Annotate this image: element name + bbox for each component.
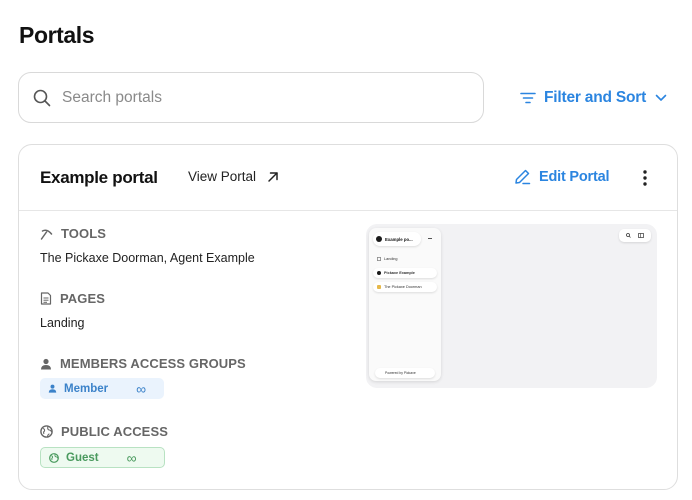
- chevron-down-icon: [655, 94, 667, 101]
- portal-card-header: Example portal View Portal Edit Portal: [19, 145, 677, 211]
- document-icon: [377, 257, 381, 261]
- panel-icon: [637, 233, 644, 238]
- search-icon: [626, 233, 632, 238]
- filter-and-sort-label: Filter and Sort: [544, 89, 647, 106]
- pages-heading: PAGES: [40, 291, 105, 306]
- member-access-badge[interactable]: Member ∞: [40, 378, 164, 399]
- person-icon: [48, 384, 57, 393]
- tools-value: The Pickaxe Doorman, Agent Example: [40, 251, 255, 265]
- globe-icon: [40, 425, 53, 438]
- avatar-icon: [377, 271, 381, 275]
- filter-and-sort-button[interactable]: Filter and Sort: [520, 85, 667, 111]
- search-input[interactable]: [62, 88, 442, 107]
- search-box[interactable]: [18, 72, 484, 123]
- document-icon: [40, 292, 52, 305]
- pencil-icon: [515, 169, 531, 185]
- portal-card: Example portal View Portal Edit Portal T…: [18, 144, 678, 490]
- members-access-groups-heading: MEMBERS ACCESS GROUPS: [40, 356, 246, 371]
- edit-portal-button[interactable]: Edit Portal: [514, 168, 610, 185]
- preview-sidebar: Example po... Landing Pickaxe Example Th…: [369, 228, 441, 381]
- pages-value: Landing: [40, 316, 85, 330]
- pickaxe-icon: [40, 229, 53, 240]
- preview-item-pickaxe-doorman: The Pickaxe Doorman: [373, 282, 437, 292]
- view-portal-link[interactable]: View Portal: [188, 169, 279, 184]
- preview-item-pickaxe-example: Pickaxe Example: [373, 268, 437, 278]
- pickaxe-icon: [377, 285, 381, 289]
- edit-portal-label: Edit Portal: [539, 168, 610, 185]
- page-title: Portals: [19, 22, 95, 48]
- preview-footer: Powered by Pickaxe: [375, 368, 435, 378]
- preview-logo-icon: [376, 236, 382, 242]
- member-badge-label: Member: [64, 382, 109, 395]
- person-icon: [41, 358, 51, 369]
- infinity-icon: ∞: [136, 380, 147, 397]
- preview-menu-icon: [428, 238, 432, 239]
- preview-toolbar: [619, 229, 651, 242]
- guest-badge-label: Guest: [66, 451, 99, 464]
- public-access-heading: PUBLIC ACCESS: [40, 424, 168, 439]
- portal-preview[interactable]: Example po... Landing Pickaxe Example Th…: [366, 224, 657, 388]
- portal-name: Example portal: [40, 168, 158, 187]
- more-options-button[interactable]: [635, 167, 655, 189]
- more-vertical-icon: [643, 170, 647, 186]
- preview-title: Example po...: [373, 232, 421, 246]
- view-portal-label: View Portal: [188, 169, 257, 184]
- infinity-icon: ∞: [126, 449, 137, 466]
- guest-access-badge[interactable]: Guest ∞: [40, 447, 165, 468]
- search-icon: [33, 89, 51, 106]
- globe-icon: [49, 452, 59, 463]
- arrow-up-right-icon: [268, 171, 278, 182]
- preview-item-landing: Landing: [373, 254, 437, 264]
- filter-icon: [520, 92, 536, 104]
- tools-heading: TOOLS: [40, 226, 106, 241]
